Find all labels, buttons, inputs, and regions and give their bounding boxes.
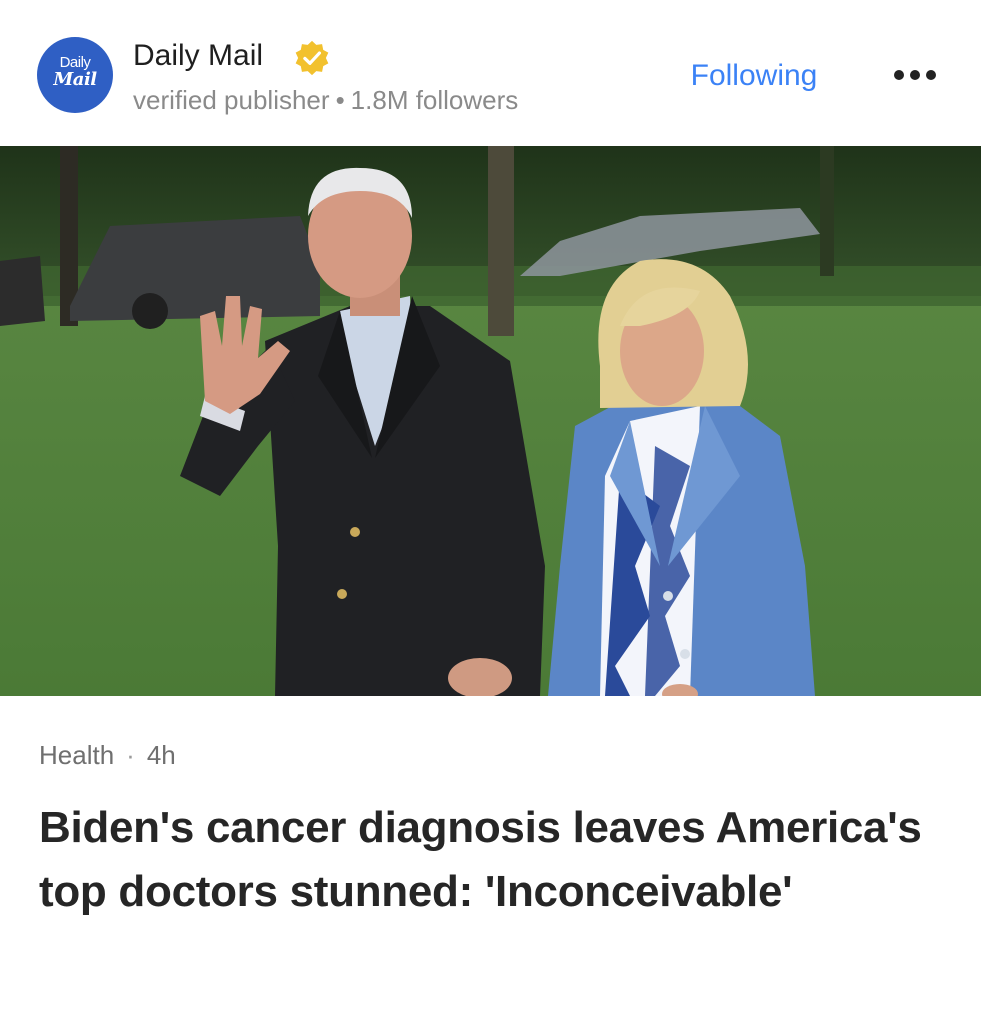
article-category[interactable]: Health [39,740,114,770]
logo-line2: Mail [53,69,97,90]
more-dot [926,70,936,80]
publisher-type: verified publisher [133,85,330,115]
more-dot [894,70,904,80]
article-headline[interactable]: Biden's cancer diagnosis leaves America'… [39,796,939,924]
article-meta: Health · 4h [39,738,176,772]
following-button[interactable]: Following [666,54,842,98]
follower-count: 1.8M followers [350,85,519,115]
publisher-meta: verified publisher • 1.8M followers [133,84,518,116]
publisher-name[interactable]: Daily Mail [133,38,263,74]
article-age: 4h [146,740,176,770]
article-photo[interactable] [0,146,981,696]
article-photo-illustration [0,146,981,696]
publisher-logo[interactable]: Daily Mail [37,37,113,113]
article-meta-separator: · [126,740,135,770]
publisher-header: Daily Mail Daily Mail verified publisher… [0,0,981,146]
more-options-icon[interactable] [884,56,946,94]
meta-separator: • [335,85,345,115]
more-dot [910,70,920,80]
verified-badge-icon [295,40,329,76]
